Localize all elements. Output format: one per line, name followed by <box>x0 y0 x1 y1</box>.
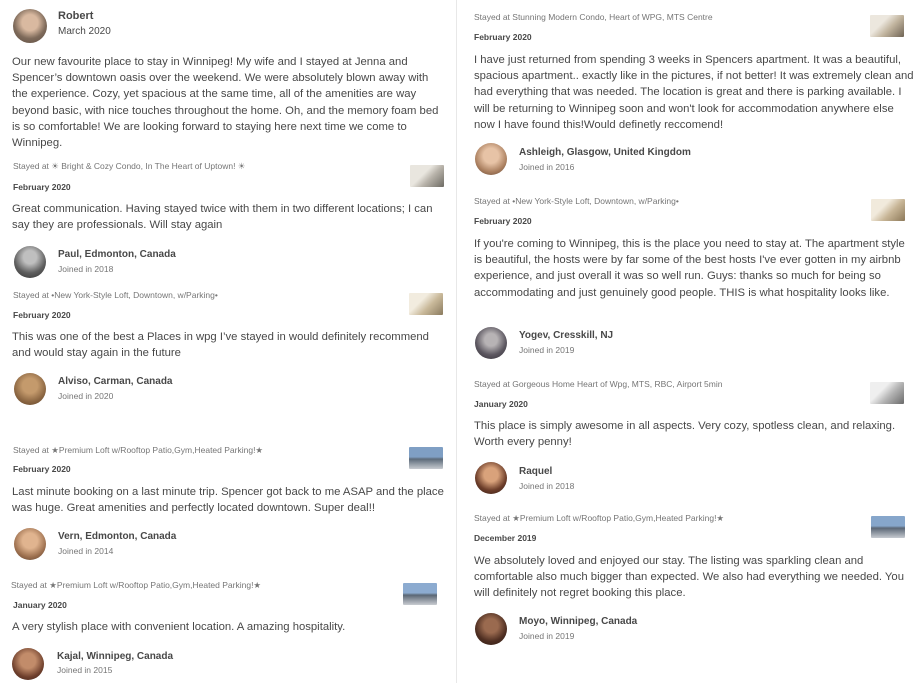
stayed-at-link[interactable]: Stayed at Gorgeous Home Heart of Wpg, MT… <box>474 379 722 389</box>
review-text: Last minute booking on a last minute tri… <box>12 486 444 515</box>
review-date: March 2020 <box>58 26 111 37</box>
listing-thumbnail[interactable] <box>871 199 905 221</box>
review-text: We absolutely loved and enjoyed our stay… <box>474 555 904 600</box>
listing-thumbnail[interactable] <box>403 583 437 605</box>
reviewer-name[interactable]: Vern, Edmonton, Canada <box>58 531 176 542</box>
review-date: February 2020 <box>474 216 532 226</box>
listing-thumbnail[interactable] <box>409 447 443 469</box>
reviewer-avatar[interactable] <box>14 528 46 560</box>
column-divider <box>456 0 457 683</box>
stayed-at-link[interactable]: Stayed at ★Premium Loft w/Rooftop Patio,… <box>13 445 263 456</box>
review-text: This place is simply awesome in all aspe… <box>474 420 896 449</box>
stayed-at-link[interactable]: Stayed at ☀ Bright & Cozy Condo, In The … <box>13 161 245 172</box>
reviewer-joined: Joined in 2020 <box>58 391 114 401</box>
reviewer-avatar[interactable] <box>14 373 46 405</box>
reviewer-name[interactable]: Robert <box>58 10 93 22</box>
listing-thumbnail[interactable] <box>870 15 904 37</box>
review-text: If you're coming to Winnipeg, this is th… <box>474 238 905 299</box>
listing-thumbnail[interactable] <box>409 293 443 315</box>
reviewer-avatar[interactable] <box>475 462 507 494</box>
reviewer-avatar[interactable] <box>14 246 46 278</box>
reviewer-name[interactable]: Yogev, Cresskill, NJ <box>519 330 613 341</box>
reviewer-avatar[interactable] <box>475 143 507 175</box>
reviewer-joined: Joined in 2019 <box>519 345 575 355</box>
reviewer-joined: Joined in 2014 <box>58 546 114 556</box>
reviewer-joined: Joined in 2016 <box>519 162 575 172</box>
reviewer-name[interactable]: Moyo, Winnipeg, Canada <box>519 616 637 627</box>
stayed-at-link[interactable]: Stayed at •New York-Style Loft, Downtown… <box>13 290 218 300</box>
listing-thumbnail[interactable] <box>871 516 905 538</box>
listing-thumbnail[interactable] <box>410 165 444 187</box>
reviewer-name[interactable]: Kajal, Winnipeg, Canada <box>57 651 173 662</box>
reviewer-name[interactable]: Ashleigh, Glasgow, United Kingdom <box>519 147 691 158</box>
reviewer-avatar[interactable] <box>13 9 47 43</box>
stayed-at-link[interactable]: Stayed at •New York-Style Loft, Downtown… <box>474 196 679 206</box>
review-text: I have just returned from spending 3 wee… <box>474 54 914 131</box>
listing-thumbnail[interactable] <box>870 382 904 404</box>
review-date: February 2020 <box>474 32 532 42</box>
reviewer-joined: Joined in 2018 <box>58 264 114 274</box>
reviewer-avatar[interactable] <box>475 613 507 645</box>
reviewer-joined: Joined in 2019 <box>519 631 575 641</box>
review-date: February 2020 <box>13 182 71 192</box>
reviewer-joined: Joined in 2015 <box>57 665 113 675</box>
stayed-at-link[interactable]: Stayed at ★Premium Loft w/Rooftop Patio,… <box>474 513 724 524</box>
reviewer-name[interactable]: Paul, Edmonton, Canada <box>58 249 176 260</box>
review-text: Great communication. Having stayed twice… <box>12 203 433 232</box>
review-text: A very stylish place with convenient loc… <box>12 621 346 633</box>
reviewer-name[interactable]: Alviso, Carman, Canada <box>58 376 172 387</box>
reviewer-avatar[interactable] <box>12 648 44 680</box>
reviews-column-left: Robert March 2020 Our new favourite plac… <box>0 0 452 683</box>
reviewer-avatar[interactable] <box>475 327 507 359</box>
reviewer-name[interactable]: Raquel <box>519 466 552 477</box>
reviewer-joined: Joined in 2018 <box>519 481 575 491</box>
stayed-at-link[interactable]: Stayed at Stunning Modern Condo, Heart o… <box>474 12 713 22</box>
review-date: February 2020 <box>13 310 71 320</box>
reviews-column-right: Stayed at Stunning Modern Condo, Heart o… <box>461 0 917 683</box>
review-text: Our new favourite place to stay in Winni… <box>12 56 439 150</box>
review-date: February 2020 <box>13 464 71 474</box>
stayed-at-link[interactable]: Stayed at ★Premium Loft w/Rooftop Patio,… <box>11 580 261 591</box>
review-date: January 2020 <box>474 399 528 409</box>
review-text: This was one of the best a Places in wpg… <box>12 331 429 360</box>
review-date: January 2020 <box>13 600 67 610</box>
review-date: December 2019 <box>474 533 537 543</box>
